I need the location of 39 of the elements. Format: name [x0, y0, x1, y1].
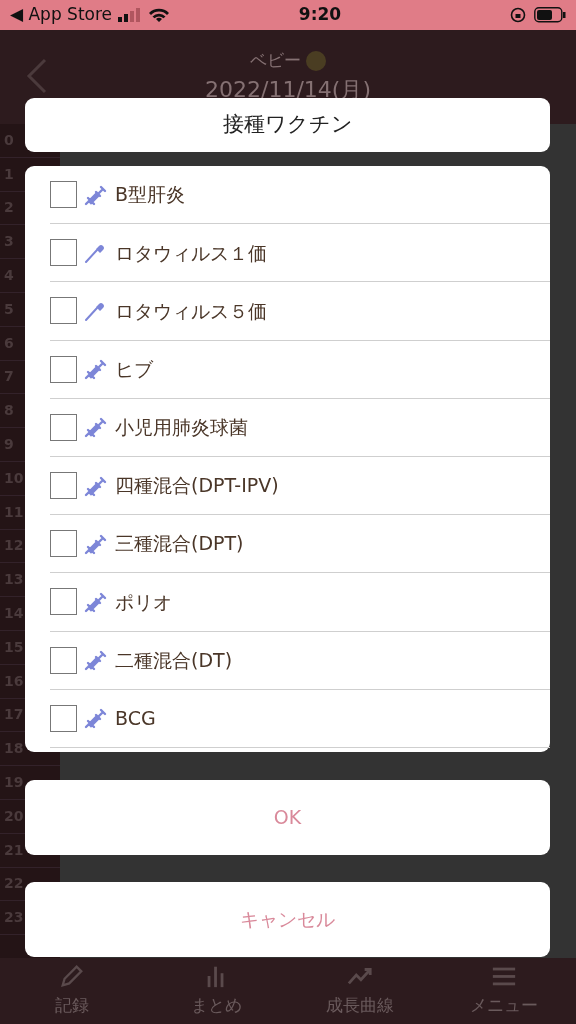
vaccine-label: B型肝炎: [115, 182, 186, 208]
wifi-icon: [148, 7, 171, 23]
vaccine-label: 小児用肺炎球菌: [115, 415, 248, 441]
checkbox[interactable]: [50, 646, 77, 674]
vaccine-label: ヒブ: [115, 356, 153, 382]
checkbox[interactable]: [50, 297, 77, 325]
pencil-icon: [59, 963, 85, 990]
vaccine-label: ロタウィルス５価: [115, 298, 267, 324]
vaccine-label: 三種混合(DPT): [115, 531, 244, 557]
vaccine-label: 四種混合(DPT-IPV): [115, 473, 279, 499]
checkbox[interactable]: [50, 355, 77, 383]
checkbox[interactable]: [50, 588, 77, 616]
signal-icon: [118, 8, 141, 22]
vaccine-label: ロタウィルス１価: [115, 240, 267, 266]
battery-icon: [534, 7, 566, 23]
vaccine-label: BCG: [115, 706, 156, 732]
syringe-icon: [83, 706, 107, 731]
vaccine-label: 二種混合(DT): [115, 647, 233, 673]
checkbox[interactable]: [50, 413, 77, 441]
tab-bar-item[interactable]: メニュー: [432, 958, 576, 1024]
tab-bar-item[interactable]: 成長曲線: [288, 958, 432, 1024]
checkbox[interactable]: [50, 472, 77, 500]
tab-bar-item[interactable]: 記録: [0, 958, 144, 1024]
checkbox[interactable]: [50, 704, 77, 732]
checkbox[interactable]: [50, 530, 77, 558]
tab-bar-item[interactable]: まとめ: [144, 958, 288, 1024]
syringe-icon: [83, 357, 107, 382]
dialog-title: 接種ワクチン: [25, 98, 550, 152]
cancel-button[interactable]: キャンセル: [25, 882, 550, 957]
clock: 9:20: [298, 3, 343, 27]
child-name: ベビー: [249, 48, 301, 72]
syringe-icon: [83, 648, 107, 673]
checkbox[interactable]: [50, 239, 77, 267]
checkbox[interactable]: [50, 181, 77, 209]
vaccine-label: ポリオ: [115, 589, 172, 615]
syringe-icon: [83, 415, 107, 440]
rotation-lock-icon: [510, 7, 526, 23]
back-link[interactable]: ◀ App Store: [10, 2, 113, 28]
ok-button[interactable]: OK: [25, 780, 550, 855]
